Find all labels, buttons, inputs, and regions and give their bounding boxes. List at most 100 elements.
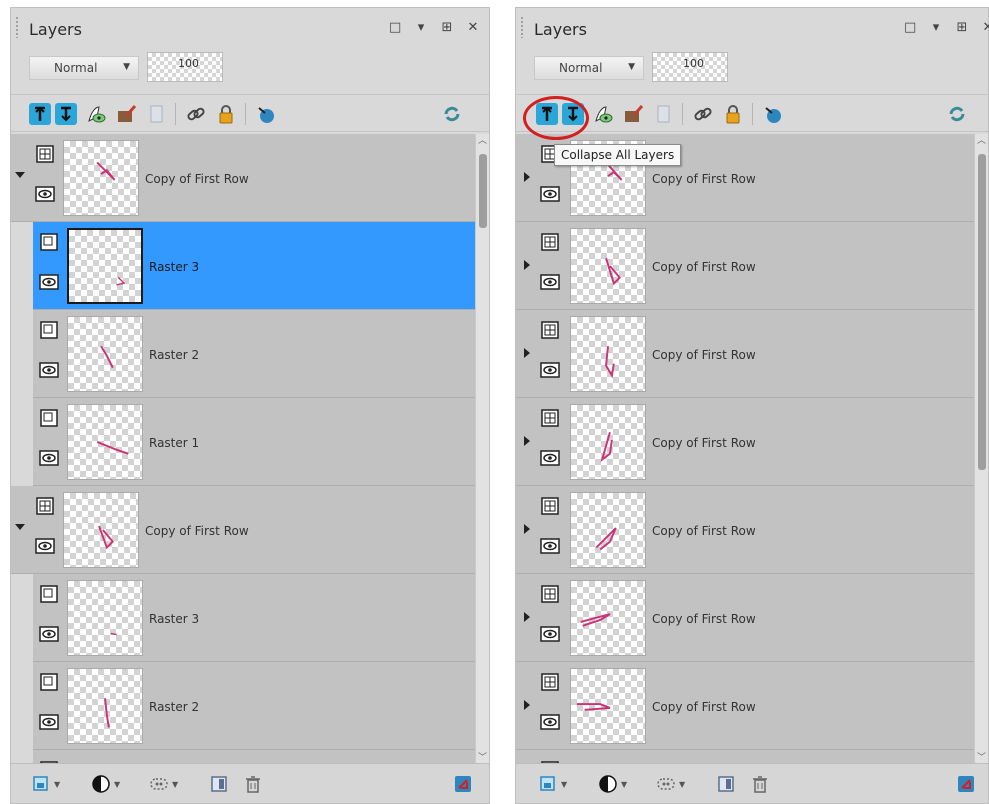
visibility-toggle-button[interactable]	[85, 103, 107, 125]
menu-dropdown-icon[interactable]: ▾	[415, 20, 427, 35]
layer-row[interactable]: Copy of First Row	[516, 222, 974, 310]
scrollbar-thumb[interactable]	[479, 154, 487, 228]
close-icon[interactable]: ✕	[467, 20, 479, 35]
layer-row[interactable]: Copy of First Row	[516, 486, 974, 574]
chevron-down-icon[interactable]: ▼	[54, 780, 60, 789]
scroll-up-icon[interactable]: ︿	[478, 137, 487, 146]
opacity-field[interactable]: 100	[652, 52, 728, 82]
lock-button[interactable]	[722, 103, 744, 125]
pin-icon[interactable]: ⊞	[441, 20, 453, 35]
properties-button[interactable]	[762, 103, 784, 125]
layer-list[interactable]: Copy of First Row Raster 3 Raster 2 Rast…	[11, 134, 489, 766]
layer-row[interactable]: Copy of First Row	[11, 486, 476, 574]
options-button[interactable]	[453, 774, 473, 796]
eye-icon[interactable]	[39, 626, 59, 642]
layer-row[interactable]: Copy of First Row	[516, 662, 974, 750]
brush-button[interactable]	[622, 103, 644, 125]
refresh-button[interactable]	[946, 103, 968, 125]
layer-row[interactable]: Copy of First Row	[516, 310, 974, 398]
scrollbar-thumb[interactable]	[978, 154, 986, 470]
collapse-all-button[interactable]	[55, 103, 77, 125]
chevron-down-icon[interactable]: ▼	[114, 780, 120, 789]
mask-layer-button[interactable]: ▼	[149, 774, 178, 796]
expand-toggle-icon[interactable]	[524, 436, 530, 446]
expand-toggle-icon[interactable]	[15, 172, 25, 178]
expand-toggle-icon[interactable]	[524, 260, 530, 270]
delete-button[interactable]	[750, 774, 770, 796]
mask-button[interactable]	[145, 103, 167, 125]
adjustment-layer-button[interactable]: ▼	[598, 774, 627, 796]
chevron-down-icon[interactable]: ▼	[561, 780, 567, 789]
layer-row[interactable]: Raster 2	[33, 662, 476, 750]
eye-icon[interactable]	[39, 450, 59, 466]
layer-icons	[39, 672, 61, 742]
lock-button[interactable]	[215, 103, 237, 125]
eye-icon[interactable]	[35, 538, 55, 554]
options-button[interactable]	[956, 774, 976, 796]
link-button[interactable]	[185, 103, 207, 125]
duplicate-button[interactable]	[716, 774, 736, 796]
expand-toggle-icon[interactable]	[524, 172, 530, 182]
chevron-down-icon[interactable]: ▼	[621, 780, 627, 789]
menu-dropdown-icon[interactable]: ▾	[930, 20, 942, 35]
delete-button[interactable]	[243, 774, 263, 796]
vertical-scrollbar[interactable]: ︿ ﹀	[974, 134, 988, 766]
expand-toggle-icon[interactable]	[524, 348, 530, 358]
refresh-button[interactable]	[441, 103, 463, 125]
duplicate-button[interactable]	[209, 774, 229, 796]
layer-row[interactable]: Copy of First Row	[516, 574, 974, 662]
chevron-down-icon[interactable]: ▼	[679, 780, 685, 789]
maximize-icon[interactable]: □	[389, 20, 401, 35]
blend-mode-select[interactable]: Normal ▼	[534, 56, 644, 80]
brush-button[interactable]	[115, 103, 137, 125]
eye-icon[interactable]	[540, 538, 560, 554]
scroll-up-icon[interactable]: ︿	[977, 137, 986, 146]
eye-icon[interactable]	[540, 274, 560, 290]
eye-icon[interactable]	[35, 186, 55, 202]
layer-list[interactable]: Copy of First Row Copy of First Row Copy…	[516, 134, 988, 766]
expand-toggle-icon[interactable]	[15, 524, 25, 530]
adjustment-layer-button[interactable]: ▼	[91, 774, 120, 796]
eye-icon[interactable]	[39, 362, 59, 378]
drag-grip[interactable]	[520, 16, 524, 38]
new-layer-button[interactable]: ▼	[538, 774, 567, 796]
eye-icon[interactable]	[540, 626, 560, 642]
mask-layer-button[interactable]: ▼	[656, 774, 685, 796]
layer-row[interactable]: Raster 2	[33, 310, 476, 398]
drag-grip[interactable]	[15, 16, 19, 38]
eye-icon[interactable]	[39, 274, 59, 290]
layer-row[interactable]: Copy of First Row	[11, 134, 476, 222]
eye-icon[interactable]	[39, 714, 59, 730]
layer-row[interactable]: Raster 3	[33, 574, 476, 662]
expand-all-icon	[35, 106, 45, 121]
blend-row: Normal ▼ 100	[11, 48, 489, 90]
maximize-icon[interactable]: □	[904, 20, 916, 35]
layer-row[interactable]: Raster 3	[33, 222, 476, 310]
eye-icon[interactable]	[540, 450, 560, 466]
toolbar-divider	[682, 103, 683, 125]
layer-thumbnail	[63, 492, 139, 568]
blend-mode-select[interactable]: Normal ▼	[29, 56, 139, 80]
lock-icon	[726, 105, 740, 124]
mask-button[interactable]	[652, 103, 674, 125]
eye-icon[interactable]	[540, 186, 560, 202]
new-layer-button[interactable]: ▼	[31, 774, 60, 796]
visibility-toggle-button[interactable]	[592, 103, 614, 125]
expand-toggle-icon[interactable]	[524, 700, 530, 710]
opacity-field[interactable]: 100	[147, 52, 223, 82]
pin-icon[interactable]: ⊞	[956, 20, 968, 35]
expand-toggle-icon[interactable]	[524, 524, 530, 534]
eye-icon[interactable]	[540, 362, 560, 378]
layer-row[interactable]: Raster 1	[33, 398, 476, 486]
expand-all-button[interactable]	[29, 103, 51, 125]
properties-button[interactable]	[255, 103, 277, 125]
scroll-down-icon[interactable]: ﹀	[478, 754, 487, 763]
scroll-down-icon[interactable]: ﹀	[977, 754, 986, 763]
chevron-down-icon[interactable]: ▼	[172, 780, 178, 789]
expand-toggle-icon[interactable]	[524, 612, 530, 622]
link-button[interactable]	[692, 103, 714, 125]
close-icon[interactable]: ✕	[982, 20, 989, 35]
layer-row[interactable]: Copy of First Row	[516, 398, 974, 486]
vertical-scrollbar[interactable]: ︿ ﹀	[475, 134, 489, 766]
eye-icon[interactable]	[540, 714, 560, 730]
